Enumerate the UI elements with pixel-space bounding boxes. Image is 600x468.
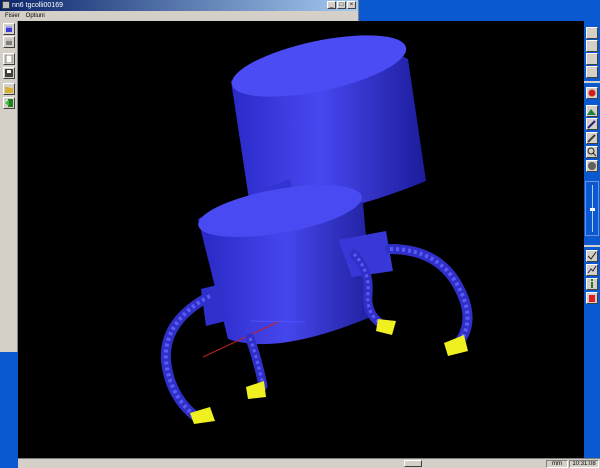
- close-button[interactable]: ×: [347, 1, 356, 9]
- exit-icon[interactable]: [3, 97, 15, 109]
- view-icon-1[interactable]: [586, 27, 598, 39]
- open-folder-icon[interactable]: [3, 83, 15, 95]
- zoom-icon[interactable]: [586, 146, 598, 158]
- slider-thumb[interactable]: [590, 208, 595, 211]
- graph-icon[interactable]: [586, 264, 598, 276]
- right-toolbar: [584, 21, 600, 458]
- 3d-viewport[interactable]: [18, 21, 584, 458]
- title-bar: nn6 tgcolli00169 _ □ ×: [0, 0, 358, 11]
- units-indicator: mm: [546, 460, 568, 468]
- menu-bar: Fisier Optiuni: [0, 11, 358, 21]
- toolbar-separator: [584, 81, 600, 83]
- app-icon: [2, 1, 10, 9]
- minimize-button[interactable]: _: [327, 1, 336, 9]
- desktop-background: [358, 0, 600, 20]
- window-title: nn6 tgcolli00169: [12, 2, 63, 9]
- toolbar-separator-2: [584, 245, 600, 247]
- shading-icon[interactable]: [586, 87, 598, 99]
- status-bar: mm 10:31:08: [18, 458, 600, 468]
- menu-optiuni[interactable]: Optiuni: [26, 13, 45, 19]
- sphere-icon[interactable]: [586, 160, 598, 172]
- hand-icon[interactable]: [586, 292, 598, 304]
- horizontal-scroll-thumb[interactable]: [404, 460, 422, 467]
- new-file-icon[interactable]: [3, 53, 15, 65]
- pencil-icon[interactable]: [586, 132, 598, 144]
- menu-fisier[interactable]: Fisier: [5, 13, 20, 19]
- left-toolbar: [0, 21, 18, 352]
- view-icon-3[interactable]: [586, 53, 598, 65]
- view-icon-2[interactable]: [586, 40, 598, 52]
- save-icon[interactable]: [3, 67, 15, 79]
- cube-icon[interactable]: [3, 23, 15, 35]
- maximize-button[interactable]: □: [337, 1, 346, 9]
- clock: 10:31:08: [569, 460, 599, 468]
- info-icon[interactable]: [586, 278, 598, 290]
- pen-icon[interactable]: [586, 118, 598, 130]
- cube-grey-icon[interactable]: [3, 36, 15, 48]
- image-icon[interactable]: [586, 105, 598, 117]
- 3d-gripper-model: [160, 35, 473, 424]
- zoom-slider[interactable]: [585, 181, 599, 236]
- check-icon[interactable]: [586, 250, 598, 262]
- view-icon-4[interactable]: [586, 66, 598, 78]
